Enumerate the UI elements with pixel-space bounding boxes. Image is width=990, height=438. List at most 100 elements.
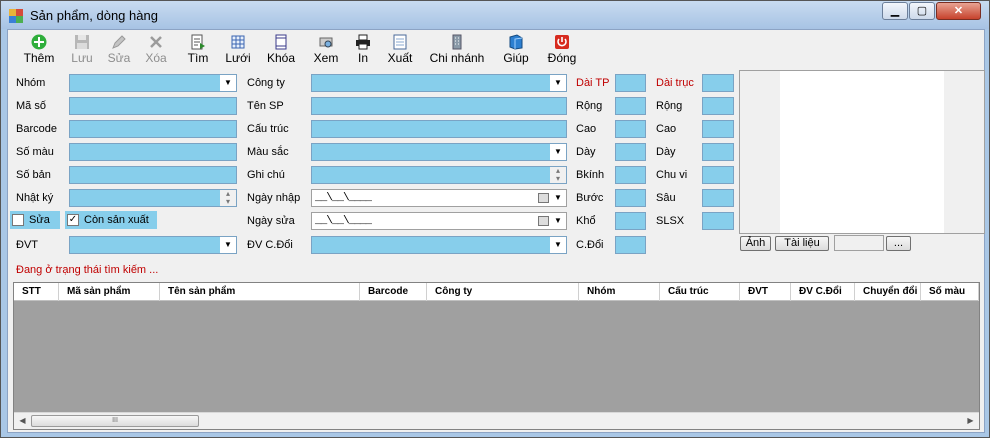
add-label: Thêm <box>23 51 55 65</box>
lock-label: Khóa <box>266 51 296 65</box>
kho-field[interactable] <box>615 212 646 230</box>
chevron-down-icon[interactable]: ▼ <box>550 144 566 160</box>
power-icon <box>555 35 569 49</box>
print-button[interactable]: In <box>347 32 379 68</box>
bkinh-field[interactable] <box>615 166 646 184</box>
cao1-field[interactable] <box>615 120 646 138</box>
grid-button[interactable]: Lưới <box>220 32 256 68</box>
view-button[interactable]: Xem <box>306 32 346 68</box>
consanxuat-check-box[interactable]: ✓ <box>67 214 79 226</box>
column-header[interactable]: STT <box>14 283 59 301</box>
sau-field[interactable] <box>702 189 734 207</box>
nhom-combobox[interactable]: ▼ <box>69 74 237 92</box>
sua-checkbox[interactable]: Sửa <box>10 211 60 229</box>
window-title: Sản phẩm, dòng hàng <box>30 8 158 23</box>
label-slsx: SLSX <box>656 215 685 227</box>
consanxuat-checkbox[interactable]: ✓ Còn sản xuất <box>65 211 157 229</box>
nhatky-field[interactable]: ▴ ▾ <box>69 189 237 207</box>
form-body: Thêm Lưu Sửa Xóa Tìm Lưới Khóa Xem In Xu… <box>7 29 985 433</box>
cautruc-field[interactable] <box>311 120 567 138</box>
search-button[interactable]: Tìm <box>178 32 218 68</box>
buoc-field[interactable] <box>615 189 646 207</box>
spin-icon[interactable]: ▴ ▾ <box>220 190 236 206</box>
title-bar[interactable]: Sản phẩm, dòng hàng ▁ ▢ ✕ <box>1 1 989 29</box>
chevron-down-icon[interactable]: ▼ <box>550 190 566 206</box>
somau-field[interactable] <box>69 143 237 161</box>
rong1-field[interactable] <box>615 97 646 115</box>
mausac-combobox[interactable]: ▼ <box>311 143 567 161</box>
label-cao1: Cao <box>576 123 597 135</box>
column-header[interactable]: Barcode <box>360 283 427 301</box>
ghichu-field[interactable]: ▴ ▾ <box>311 166 567 184</box>
column-header[interactable]: Mã sản phẩm <box>59 283 160 301</box>
add-button[interactable]: Thêm <box>16 32 62 68</box>
cao2-field[interactable] <box>702 120 734 138</box>
sua-check-box[interactable] <box>12 214 24 226</box>
chevron-down-icon[interactable]: ▼ <box>550 237 566 253</box>
column-header[interactable]: ĐVT <box>740 283 791 301</box>
slsx-field[interactable] <box>702 212 734 230</box>
scroll-left-icon[interactable]: ◀ <box>14 413 31 429</box>
print-label: In <box>357 51 368 65</box>
calendar-icon[interactable] <box>538 193 549 203</box>
dvcdoi-combobox[interactable]: ▼ <box>311 236 567 254</box>
scroll-thumb[interactable]: III <box>31 415 199 427</box>
chevron-down-icon[interactable]: ▼ <box>550 75 566 91</box>
maximize-button[interactable]: ▢ <box>909 2 935 20</box>
cdoi-field[interactable] <box>615 236 646 254</box>
label-cao2: Cao <box>656 123 677 135</box>
barcode-field[interactable] <box>69 120 237 138</box>
branch-button[interactable]: Chi nhánh <box>426 32 488 68</box>
spin-icon[interactable]: ▴ ▾ <box>550 167 566 183</box>
day2-field[interactable] <box>702 143 734 161</box>
column-header[interactable]: ĐV C.Đổi <box>791 283 855 301</box>
export-button[interactable]: Xuất <box>380 32 420 68</box>
daitp-field[interactable] <box>615 74 646 92</box>
scroll-right-icon[interactable]: ▶ <box>962 413 979 429</box>
delete-button[interactable]: Xóa <box>138 32 174 68</box>
label-rong1: Rộng <box>576 100 603 112</box>
chuvi-field[interactable] <box>702 166 734 184</box>
image-button[interactable]: Ảnh <box>740 236 771 251</box>
horizontal-scrollbar[interactable]: ◀ III ▶ <box>14 412 979 429</box>
rong2-field[interactable] <box>702 97 734 115</box>
close-button[interactable]: ✕ <box>936 2 981 20</box>
day1-field[interactable] <box>615 143 646 161</box>
column-header[interactable]: Nhóm <box>579 283 660 301</box>
product-grid[interactable]: STT Mã sản phẩm Tên sản phẩm Barcode Côn… <box>13 282 980 430</box>
close-form-button[interactable]: Đóng <box>542 32 582 68</box>
lock-icon <box>275 34 287 50</box>
document-button[interactable]: Tài liệu <box>775 236 829 251</box>
help-button[interactable]: Giúp <box>498 32 534 68</box>
lock-button[interactable]: Khóa <box>261 32 301 68</box>
column-header[interactable]: Số màu <box>921 283 979 301</box>
column-header[interactable]: Chuyển đổi <box>855 283 921 301</box>
edit-button[interactable]: Sửa <box>101 32 137 68</box>
label-maso: Mã số <box>16 100 46 112</box>
tensp-field[interactable] <box>311 97 567 115</box>
consanxuat-check-label: Còn sản xuất <box>84 214 149 226</box>
chevron-down-icon[interactable]: ▼ <box>220 237 236 253</box>
maso-field[interactable] <box>69 97 237 115</box>
column-header[interactable]: Cấu trúc <box>660 283 740 301</box>
calendar-icon[interactable] <box>538 216 549 226</box>
soban-field[interactable] <box>69 166 237 184</box>
browse-button[interactable]: ... <box>886 236 911 251</box>
column-header[interactable]: Công ty <box>427 283 579 301</box>
ngaysua-datepicker[interactable]: __\__\____ ▼ <box>311 212 567 230</box>
dvt-combobox[interactable]: ▼ <box>69 236 237 254</box>
save-button[interactable]: Lưu <box>63 32 101 68</box>
document-path-field[interactable] <box>834 235 884 251</box>
label-soban: Số bản <box>16 169 51 181</box>
chevron-down-icon[interactable]: ▼ <box>550 213 566 229</box>
ngaynhap-datepicker[interactable]: __\__\____ ▼ <box>311 189 567 207</box>
column-header[interactable]: Tên sản phẩm <box>160 283 360 301</box>
chevron-down-icon[interactable]: ▼ <box>220 75 236 91</box>
minimize-button[interactable]: ▁ <box>882 2 908 20</box>
label-barcode: Barcode <box>16 123 57 135</box>
help-label: Giúp <box>503 51 529 65</box>
congty-combobox[interactable]: ▼ <box>311 74 567 92</box>
daitruc-field[interactable] <box>702 74 734 92</box>
label-day1: Dày <box>576 146 596 158</box>
app-icon <box>9 9 23 23</box>
